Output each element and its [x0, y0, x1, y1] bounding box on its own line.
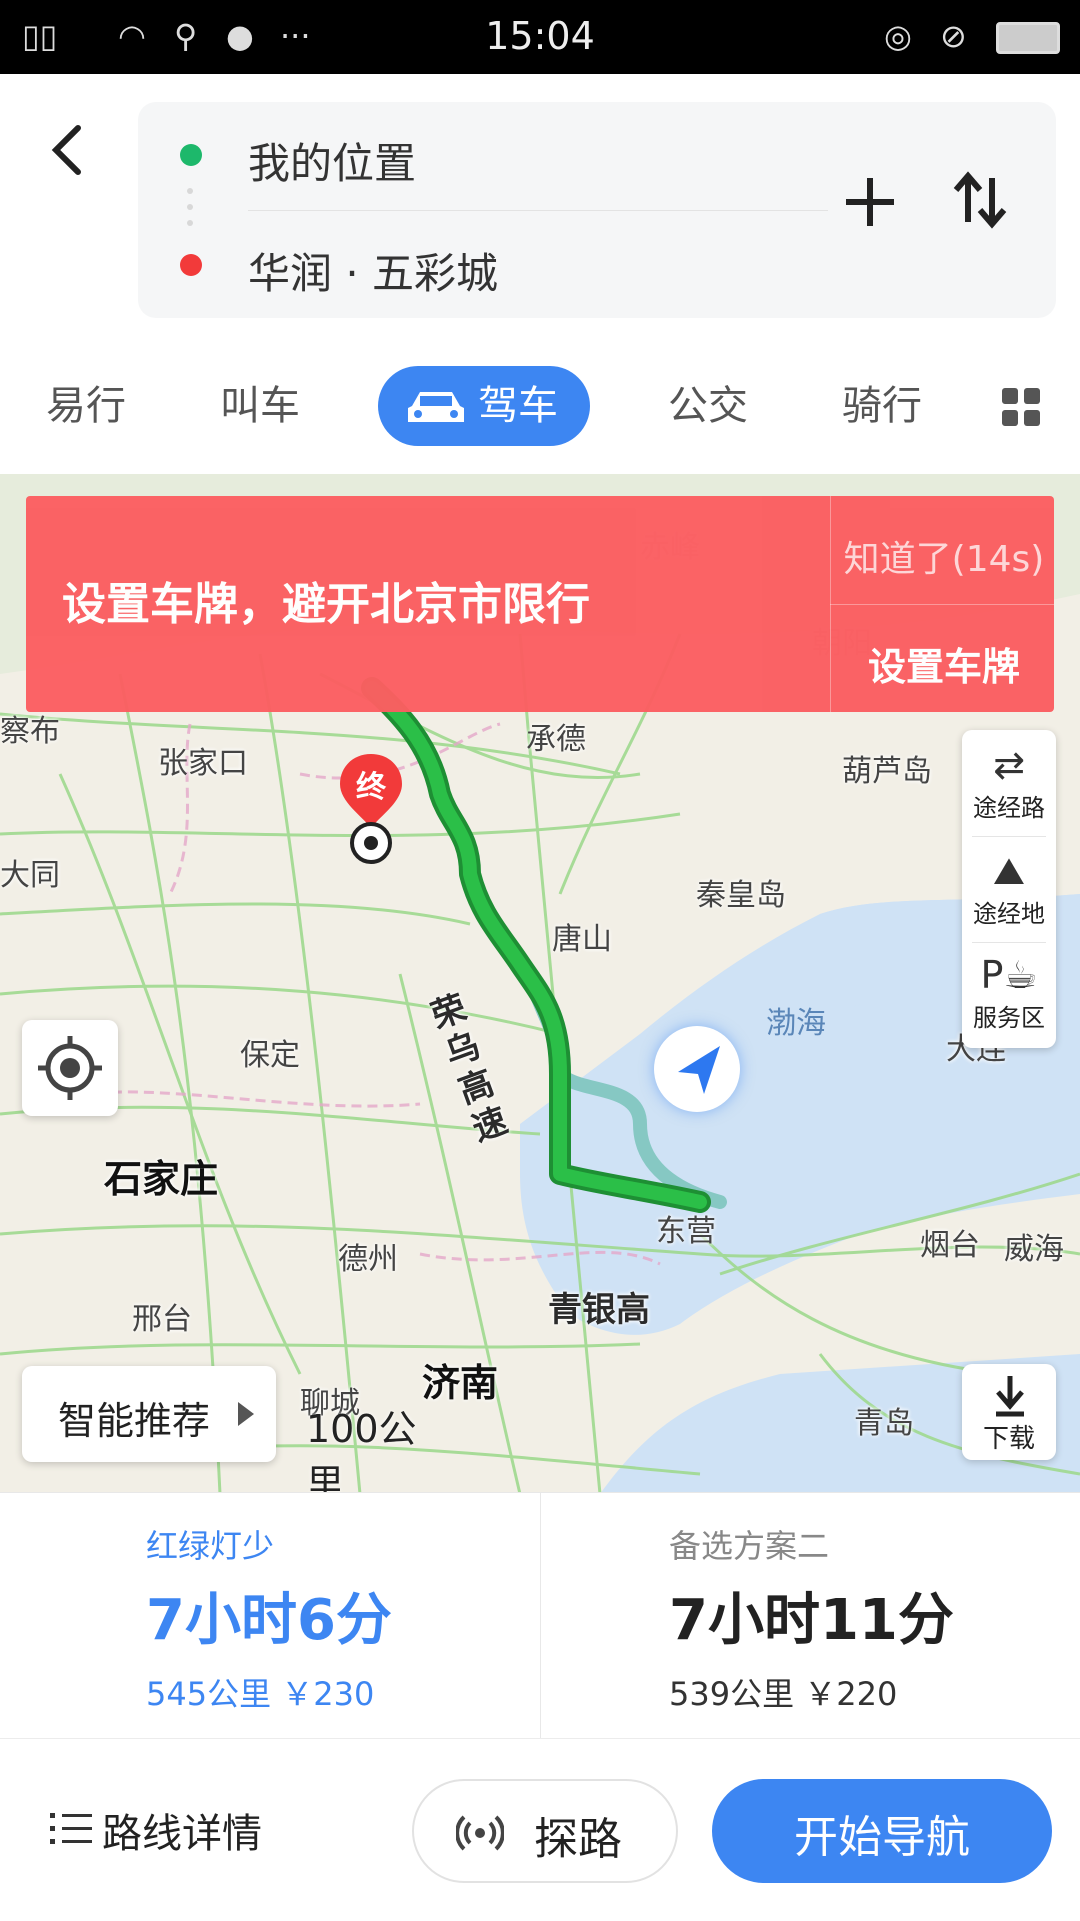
back-button[interactable] [40, 110, 96, 190]
end-marker-label: 终 [356, 770, 386, 805]
service-area-button[interactable]: P☕ 服务区 [962, 952, 1056, 1033]
route-option-1[interactable]: 红绿灯少 7小时6分 545公里 ￥230 [0, 1493, 540, 1739]
download-icon [996, 1376, 1024, 1417]
waypoint-road-icon: ⇄ [993, 743, 1025, 787]
add-waypoint-button[interactable] [838, 170, 902, 234]
current-location-marker [654, 1026, 740, 1112]
tool-label: 服务区 [973, 1004, 1045, 1032]
smart-recommend-label: 智能推荐 [58, 1399, 211, 1443]
tool-label: 途经路 [973, 794, 1045, 822]
divider [830, 604, 1054, 605]
city-label: 威海 [1004, 1232, 1064, 1267]
tab-taxi[interactable]: 叫车 [220, 376, 300, 436]
navigation-arrow-icon [678, 1046, 720, 1094]
route-duration: 7小时6分 [146, 1588, 392, 1653]
city-label: 烟台 [920, 1228, 980, 1263]
explore-button[interactable]: 探路 [412, 1779, 678, 1883]
divider [972, 836, 1046, 837]
tab-drive[interactable]: 驾车 [378, 366, 590, 446]
tool-label: 途经地 [973, 900, 1045, 928]
grid-icon [1002, 388, 1040, 426]
city-label: 大同 [0, 858, 60, 893]
city-label: 保定 [240, 1038, 300, 1073]
route-details-button[interactable]: 路线详情 [40, 1789, 300, 1869]
action-bar: 路线详情 探路 开始导航 [0, 1738, 1080, 1921]
back-icon [51, 125, 81, 175]
download-button[interactable]: 下载 [962, 1364, 1056, 1460]
route-input-box: 我的位置 华润 · 五彩城 [138, 102, 1056, 318]
waypoint-place-icon: ⛰ [993, 849, 1025, 893]
destination-dot [180, 254, 202, 276]
waypoint-place-button[interactable]: ⛰ 途经地 [962, 848, 1056, 929]
road-label: 青银高 [548, 1290, 650, 1330]
map-scale: 100公里 [306, 1398, 438, 1494]
smart-recommend-button[interactable]: 智能推荐 [22, 1366, 276, 1462]
route-tag: 备选方案二 [669, 1527, 830, 1565]
city-label: 葫芦岛 [842, 754, 932, 789]
service-area-icon: P☕ [980, 953, 1038, 997]
sea-label: 渤海 [766, 1006, 826, 1041]
divider [248, 210, 828, 211]
destination-field[interactable]: 华润 · 五彩城 [248, 240, 498, 301]
tab-drive-label: 驾车 [478, 383, 558, 429]
route-duration: 7小时11分 [669, 1588, 954, 1653]
city-label: 察布 [0, 714, 60, 749]
more-modes-button[interactable] [1000, 386, 1042, 428]
divider [972, 942, 1046, 943]
start-navigation-button[interactable]: 开始导航 [712, 1779, 1052, 1883]
swap-icon [953, 171, 1007, 229]
map-tools-panel: ⇄ 途经路 ⛰ 途经地 P☕ 服务区 [962, 730, 1056, 1048]
status-bar: ▯▯ ◠ ⚲ ● ··· 15:04 ◎ ⊘ [0, 0, 1080, 74]
route-option-2[interactable]: 备选方案二 7小时11分 539公里 ￥220 [541, 1493, 1080, 1739]
locate-button[interactable] [22, 1020, 118, 1116]
swap-button[interactable] [950, 168, 1010, 232]
map-scale-label: 100公里 [306, 1407, 417, 1494]
city-label: 承德 [526, 722, 586, 757]
route-distance-cost: 539公里 ￥220 [669, 1675, 898, 1713]
connector-dot [187, 188, 193, 194]
route-distance-cost: 545公里 ￥230 [146, 1675, 375, 1713]
set-plate-button[interactable]: 设置车牌 [838, 636, 1050, 691]
dismiss-button[interactable]: 知道了(14s) [838, 530, 1050, 582]
city-label: 东营 [656, 1214, 716, 1249]
plus-icon [846, 178, 894, 226]
route-options: 红绿灯少 7小时6分 545公里 ￥230 备选方案二 7小时11分 539公里… [0, 1492, 1080, 1739]
list-icon [50, 1813, 92, 1844]
waypoint-road-button[interactable]: ⇄ 途经路 [962, 742, 1056, 823]
destination-point-icon [350, 822, 392, 864]
city-label: 邢台 [132, 1302, 192, 1337]
crosshair-icon [38, 1036, 102, 1100]
route-tag: 红绿灯少 [146, 1527, 275, 1565]
city-label: 张家口 [158, 746, 248, 781]
route-details-label: 路线详情 [102, 1811, 262, 1857]
location-icon: ◎ [884, 17, 912, 55]
mute-icon: ⊘ [940, 17, 967, 55]
download-label: 下载 [982, 1424, 1035, 1454]
tab-bike[interactable]: 骑行 [842, 376, 922, 436]
banner-message: 设置车牌，避开北京市限行 [62, 579, 590, 630]
connector-dot [187, 220, 193, 226]
broadcast-icon [456, 1815, 504, 1851]
origin-dot [180, 144, 202, 166]
city-label: 秦皇岛 [696, 878, 786, 913]
play-icon [238, 1402, 254, 1426]
start-navigation-label: 开始导航 [794, 1812, 970, 1863]
city-label: 德州 [338, 1242, 398, 1277]
origin-field[interactable]: 我的位置 [248, 130, 416, 191]
tab-bus[interactable]: 公交 [668, 376, 748, 436]
car-icon [408, 392, 464, 422]
tab-easy[interactable]: 易行 [46, 376, 126, 436]
plate-reminder-banner: 设置车牌，避开北京市限行 知道了(14s) 设置车牌 [26, 496, 1054, 712]
explore-label: 探路 [534, 1814, 622, 1865]
connector-dot [187, 204, 193, 210]
city-label: 唐山 [552, 922, 612, 957]
status-time: 15:04 [485, 14, 595, 58]
battery-icon [996, 22, 1060, 54]
city-label: 石家庄 [104, 1157, 219, 1201]
city-label: 青岛 [854, 1406, 914, 1441]
